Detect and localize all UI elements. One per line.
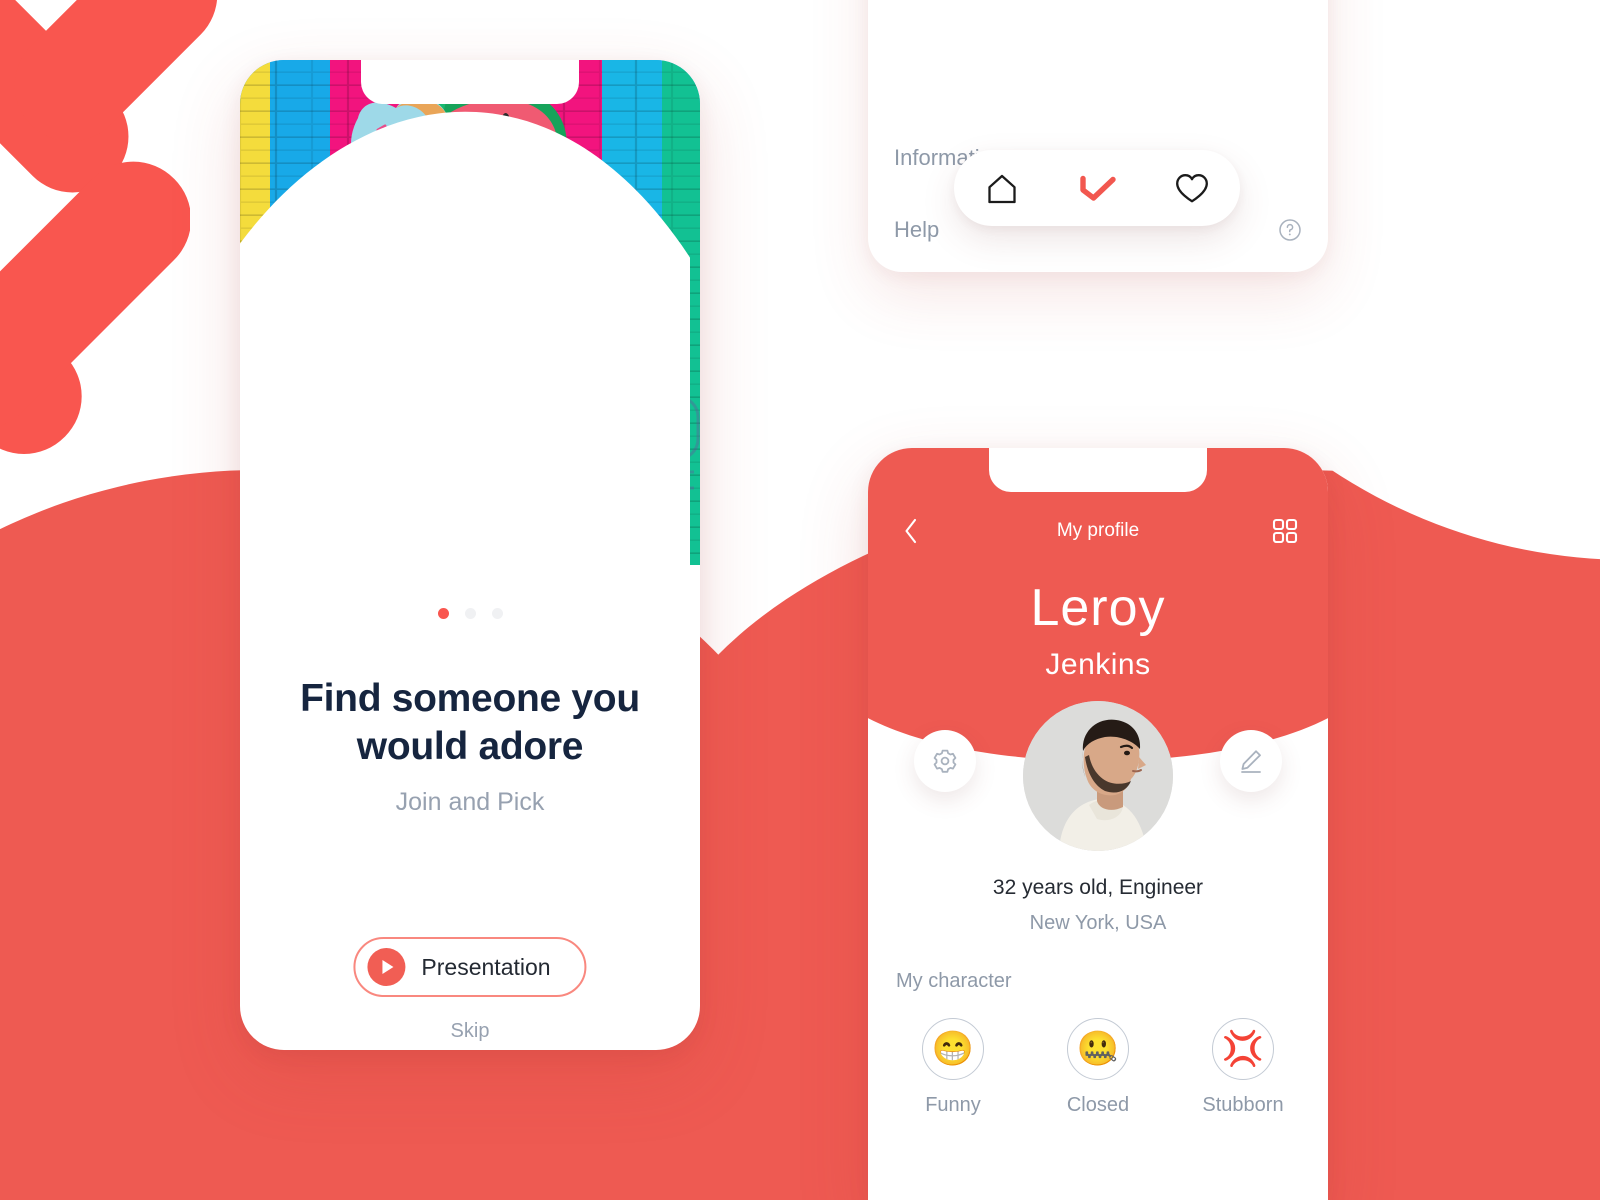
presentation-button[interactable]: Presentation xyxy=(353,937,587,997)
grid-view-button[interactable] xyxy=(1270,516,1300,546)
onboarding-headline: Find someone you would adore xyxy=(274,675,666,770)
onboarding-headline-line-1: Find someone you xyxy=(300,677,640,720)
profile-phone-mockup: My profile Leroy Jenkins 32 years old, E… xyxy=(868,448,1328,1200)
avatar-photo xyxy=(1023,701,1173,851)
character-traits-row: 😁 Funny 🤐 Closed 💢 Stubborn xyxy=(896,1018,1300,1117)
play-icon xyxy=(367,948,406,986)
information-menu-card: Information Help About Our socials xyxy=(868,0,1328,272)
pencil-icon xyxy=(1241,750,1261,773)
question-circle-icon xyxy=(1279,219,1301,241)
onboarding-phone-mockup: Find someone you would adore Join and Pi… xyxy=(240,60,700,1050)
pagination-dot-2[interactable] xyxy=(464,608,476,619)
character-trait-funny[interactable]: 😁 Funny xyxy=(896,1018,1010,1117)
grid-four-squares-icon xyxy=(1272,518,1298,544)
skip-button[interactable]: Skip xyxy=(240,1020,700,1043)
menu-item-help-label: Help xyxy=(894,217,940,242)
gear-icon xyxy=(933,749,957,773)
profile-age-occupation: 32 years old, Engineer xyxy=(992,876,1204,899)
zipper-mouth-face-icon: 🤐 xyxy=(1067,1018,1129,1080)
page-title: My profile xyxy=(1056,520,1140,541)
home-icon xyxy=(988,174,1016,204)
nav-item-home[interactable] xyxy=(979,165,1025,211)
character-trait-closed-label: Closed xyxy=(1066,1094,1130,1116)
heart-outline-icon xyxy=(1176,174,1209,203)
character-section-title: My character xyxy=(896,970,1012,992)
avatar[interactable] xyxy=(1023,701,1173,851)
phone-notch-right xyxy=(989,448,1207,492)
character-trait-stubborn-label: Stubborn xyxy=(1202,1094,1284,1116)
phone-notch-left xyxy=(361,60,579,104)
character-trait-closed[interactable]: 🤐 Closed xyxy=(1041,1018,1155,1117)
nav-item-matches[interactable] xyxy=(1074,165,1120,211)
brand-chevron-mark-2 xyxy=(0,161,190,454)
presentation-button-label: Presentation xyxy=(421,953,551,980)
onboarding-pagination[interactable] xyxy=(240,608,700,619)
grinning-face-icon: 😁 xyxy=(922,1018,984,1080)
onboarding-headline-line-2: would adore xyxy=(356,724,584,768)
back-button[interactable] xyxy=(896,516,926,546)
anger-symbol-icon: 💢 xyxy=(1212,1018,1274,1080)
chevron-left-icon xyxy=(905,518,917,544)
profile-last-name: Jenkins xyxy=(1045,648,1151,681)
pagination-dot-1[interactable] xyxy=(437,608,449,619)
onboarding-subline: Join and Pick xyxy=(395,788,545,816)
settings-button[interactable] xyxy=(914,730,976,792)
profile-top-bar: My profile xyxy=(896,514,1300,548)
profile-first-name: Leroy xyxy=(1030,579,1166,637)
pagination-dot-3[interactable] xyxy=(491,608,503,619)
character-trait-stubborn[interactable]: 💢 Stubborn xyxy=(1186,1018,1300,1117)
profile-location: New York, USA xyxy=(1029,912,1167,934)
bottom-navigation-bar xyxy=(954,150,1240,226)
nav-item-favorites[interactable] xyxy=(1169,165,1215,211)
heart-check-logo-icon xyxy=(1080,175,1116,201)
character-trait-funny-label: Funny xyxy=(925,1094,981,1116)
edit-profile-button[interactable] xyxy=(1220,730,1282,792)
onboarding-hero-photo xyxy=(240,60,700,565)
screenshot-canvas: Find someone you would adore Join and Pi… xyxy=(0,0,1600,1200)
